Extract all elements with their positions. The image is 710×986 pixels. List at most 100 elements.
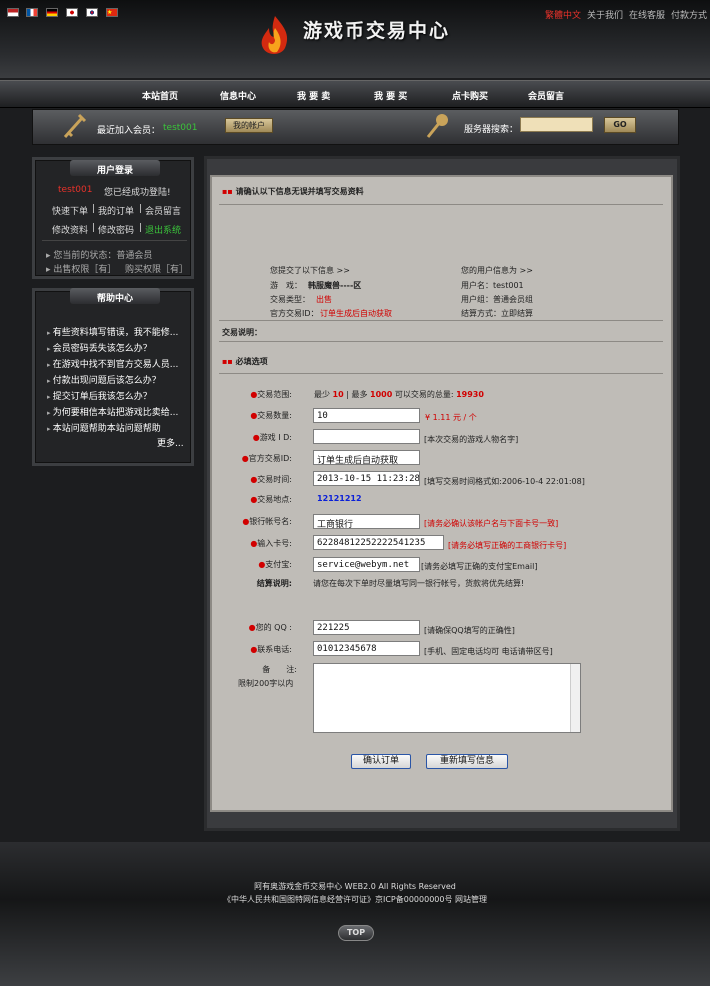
trade-id-label: 官方交易ID： [270,309,319,318]
confirm-order-button[interactable]: 确认订单 [351,754,411,769]
username-line: 用户名：test001 [461,281,524,290]
note-label: 备 注: [262,665,297,674]
site-title: 游戏币交易中心 [303,20,451,42]
official-id-label: ●官方交易ID: [241,454,292,463]
unit-price: ¥ 1.11 元 / 个 [425,413,477,422]
settle-note-text: 请您在每次下单时尽量填写同一银行帐号，货款将优先结算! [313,579,525,588]
axe-icon [426,114,448,138]
nav-info[interactable]: 信息中心 [220,89,256,102]
settle-note-label: 结算说明: [256,579,292,588]
alipay-hint: [请务必填写正确的支付宝Email] [421,562,538,571]
change-password-link[interactable]: 修改密码 [98,223,134,236]
trade-time-label: ●交易时间: [250,475,292,484]
group-line: 用户组：普通会员组 [461,295,533,304]
alipay-input[interactable]: service@webym.net [313,557,420,572]
trade-type-value: 出售 [316,295,332,304]
member-status: ▸ 您当前的状态：普通会员 [46,251,153,261]
support-link[interactable]: 在线客服 [629,8,665,21]
quantity-input[interactable]: 10 [313,408,420,423]
official-id-input[interactable]: 订单生成后自动获取 [313,450,420,465]
help-item[interactable]: 在游戏中找不到官方交易人员... [47,357,179,370]
main-nav [0,80,710,108]
go-button[interactable]: GO [604,117,636,133]
nav-message[interactable]: 会员留言 [528,89,564,102]
flame-logo-icon [261,16,288,54]
qq-input[interactable]: 221225 [313,620,420,635]
settle-line: 结算方式：立即结算 [461,309,533,318]
help-more-link[interactable]: 更多... [157,436,184,449]
phone-input[interactable]: 01012345678 [313,641,420,656]
sell-permission: ▸ 出售权限［有］ [46,265,117,275]
my-account-button[interactable]: 我的帐户 [225,118,273,133]
trade-time-hint: [填写交易时间格式如:2006-10-4 22:01:08] [424,477,585,486]
role-hint: [本次交易的游戏人物名字] [424,435,519,444]
recent-member-name[interactable]: test001 [163,123,197,133]
server-search-input[interactable] [520,117,593,132]
payment-link[interactable]: 付款方式 [671,8,707,21]
role-label: ●游戏 I D: [252,433,292,442]
server-search-label: 服务器搜索： [464,125,519,135]
submitted-label: 您提交了以下信息 >> [270,266,350,275]
sword-icon [63,113,87,139]
login-welcome: 您已经成功登陆! [104,188,171,198]
bank-name-hint: [请务必确认该帐户名与下面卡号一致] [424,519,559,528]
about-link[interactable]: 关于我们 [587,8,623,21]
footer-license: 《中华人民共和国图特网信息经营许可证》京ICP备00000000号 网站管理 [222,895,488,904]
flag-de-icon[interactable] [46,8,58,17]
card-number-label: ●输入卡号: [250,539,292,548]
login-panel-title: 用户登录 [96,166,133,176]
help-item[interactable]: 有些资料填写错误，我不能修... [47,325,179,338]
help-item[interactable]: 会员密码丢失该怎么办？ [47,341,152,354]
my-orders-link[interactable]: 我的订单 [98,204,134,217]
nav-home[interactable]: 本站首页 [142,89,178,102]
note-scrollbar[interactable] [570,664,580,732]
phone-label: ●联系电话: [250,645,292,654]
flag-fr-icon[interactable] [26,8,38,17]
trade-time-input[interactable]: 2013-10-15 11:23:28 [313,471,420,486]
note-limit: 限制200字以内 [238,679,294,688]
note-textarea[interactable] [313,663,581,733]
buy-permission: 购买权限［有］ [125,265,189,275]
trade-id-value: 订单生成后自动获取 [320,309,392,318]
quick-order-link[interactable]: 快速下单 [52,204,88,217]
member-message-link[interactable]: 会员留言 [145,204,181,217]
recent-member-label: 最近加入会员： [97,126,161,136]
help-panel-title: 帮助中心 [96,294,133,304]
flag-jp-icon[interactable] [66,8,78,17]
required-heading: ▪▪ 必填选项 [222,357,268,366]
flag-kr-icon[interactable] [86,8,98,17]
nav-card[interactable]: 点卡购买 [452,89,488,102]
footer-copyright: 阿有奥游戏金币交易中心 WEB2.0 All Rights Reserved [254,882,456,891]
game-value: 韩服魔兽----区 [308,281,362,290]
nav-buy[interactable]: 我 要 买 [374,89,407,102]
trade-type-label: 交易类型： [270,295,310,304]
help-item[interactable]: 付款出现问题后该怎么办？ [47,373,161,386]
lang-traditional-link[interactable]: 繁體中文 [545,8,581,21]
game-role-input[interactable] [313,429,420,444]
qq-label: ●您的 QQ : [248,623,292,632]
range-label: ●交易范围: [250,390,292,399]
trade-place-value: 12121212 [317,494,362,503]
reset-button[interactable]: 重新填写信息 [426,754,508,769]
trade-place-label: ●交易地点: [250,495,292,504]
help-item[interactable]: 提交订单后我该怎么办？ [47,389,152,402]
desc-label: 交易说明： [222,328,262,337]
help-item[interactable]: 本站问题帮助本站问题帮助 [47,421,161,434]
range-text: 最少 10 | 最多 1000 可以交易的总量: 19930 [314,390,484,399]
edit-profile-link[interactable]: 修改资料 [52,223,88,236]
bank-name-label: ●银行帐号名: [242,517,292,526]
nav-sell[interactable]: 我 要 卖 [297,89,330,102]
back-to-top-button[interactable]: TOP [338,925,374,941]
help-item[interactable]: 为何要相信本站把游戏比卖给... [47,405,179,418]
user-info-label: 您的用户信息为 >> [461,266,533,275]
game-label: 游 戏： [270,281,302,290]
phone-hint: [手机、固定电话均可 电话请带区号] [424,647,553,656]
bank-name-input[interactable]: 工商银行 [313,514,420,529]
login-username: test001 [58,185,93,195]
card-number-input[interactable]: 62284812252222541235 [313,535,444,550]
flag-us-icon[interactable] [7,8,19,17]
logout-link[interactable]: 退出系统 [145,223,181,236]
qty-label: ●交易数量: [250,411,292,420]
footer [0,842,710,986]
card-number-hint: [请务必填写正确的工商银行卡号] [448,541,567,550]
